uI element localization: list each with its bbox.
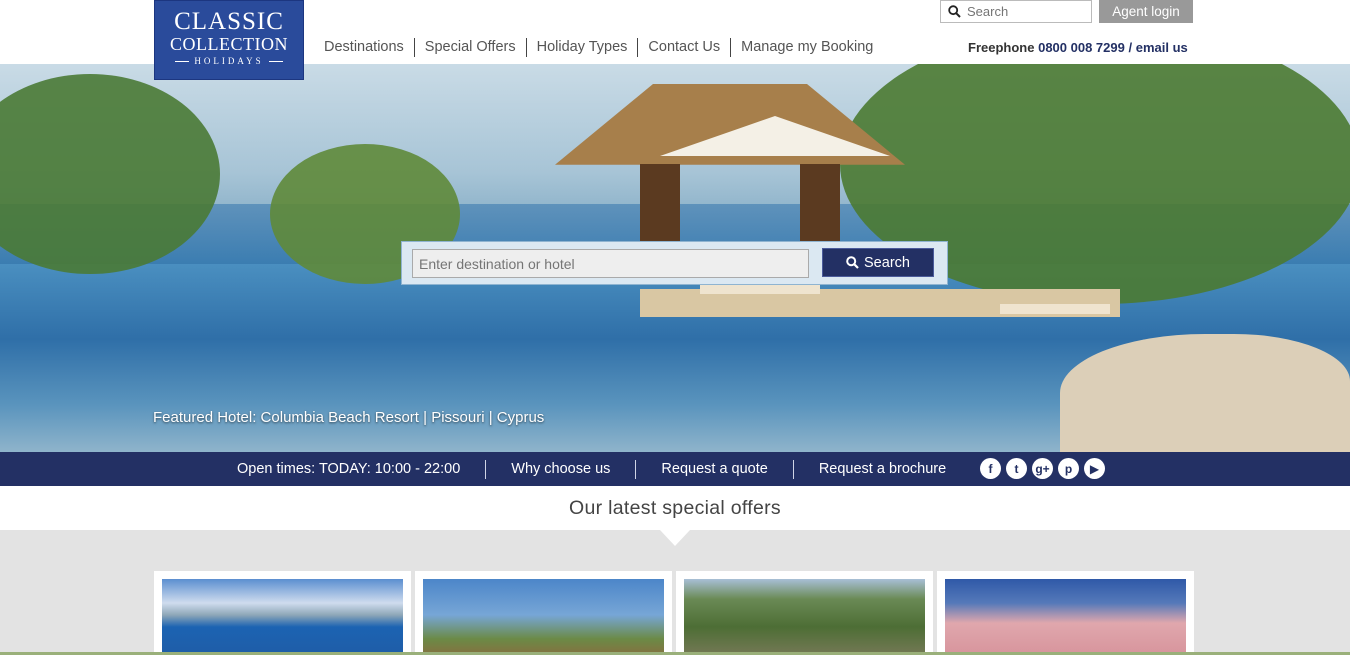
info-bar: Open times: TODAY: 10:00 - 22:00 Why cho… [0,452,1350,486]
phone-number[interactable]: 0800 008 7299 [1038,40,1125,55]
offer-image[interactable] [162,579,403,655]
main-nav: Destinations Special Offers Holiday Type… [314,38,883,57]
logo-line-3: HOLIDAYS [155,56,303,66]
logo-line-1: CLASSIC [174,8,284,35]
offer-image[interactable] [684,579,925,655]
pavilion-post [800,164,840,244]
why-choose-us-link[interactable]: Why choose us [485,459,635,479]
top-search-input[interactable] [967,4,1085,19]
facebook-icon[interactable]: f [980,458,1001,479]
offer-image[interactable] [423,579,664,655]
freephone-label: Freephone [968,40,1035,55]
offers-header: Our latest special offers [0,486,1350,530]
social-links: f t g+ p ▶ [980,458,1105,479]
top-search [940,0,1092,23]
youtube-icon[interactable]: ▶ [1084,458,1105,479]
hero-search-box: Search [401,241,948,285]
search-button[interactable]: Search [822,248,934,277]
search-icon [846,256,859,269]
offer-card[interactable] [937,571,1194,655]
destination-search-input[interactable] [412,249,809,278]
offer-card[interactable] [676,571,933,655]
email-link[interactable]: email us [1136,40,1188,55]
sun-lounger [1000,304,1110,314]
pavilion-post [640,164,680,244]
twitter-icon[interactable]: t [1006,458,1027,479]
nav-special-offers[interactable]: Special Offers [413,38,526,57]
nav-holiday-types[interactable]: Holiday Types [525,38,638,57]
sun-lounger [700,284,820,294]
site-logo[interactable]: CLASSIC COLLECTION HOLIDAYS [154,0,304,80]
offer-image[interactable] [945,579,1186,655]
section-arrow [660,530,690,546]
offers-title: Our latest special offers [569,497,781,519]
poolside-rocks [1060,334,1350,452]
search-icon[interactable] [941,5,967,18]
contact-separator: / [1128,40,1133,55]
nav-contact-us[interactable]: Contact Us [637,38,730,57]
contact-info: Freephone 0800 008 7299 / email us [968,40,1188,55]
featured-hotel-caption[interactable]: Featured Hotel: Columbia Beach Resort | … [153,409,544,426]
request-quote-link[interactable]: Request a quote [635,459,792,479]
pinterest-icon[interactable]: p [1058,458,1079,479]
offer-card[interactable] [154,571,411,655]
search-button-label: Search [864,254,910,271]
google-plus-icon[interactable]: g+ [1032,458,1053,479]
header: CLASSIC COLLECTION HOLIDAYS Destinations… [0,0,1350,80]
request-brochure-link[interactable]: Request a brochure [792,459,971,479]
logo-line-2: COLLECTION [170,34,288,54]
nav-destinations[interactable]: Destinations [314,38,414,57]
agent-login-button[interactable]: Agent login [1099,0,1193,23]
open-times: Open times: TODAY: 10:00 - 22:00 [237,460,461,477]
nav-manage-booking[interactable]: Manage my Booking [730,38,883,57]
offer-card[interactable] [415,571,672,655]
